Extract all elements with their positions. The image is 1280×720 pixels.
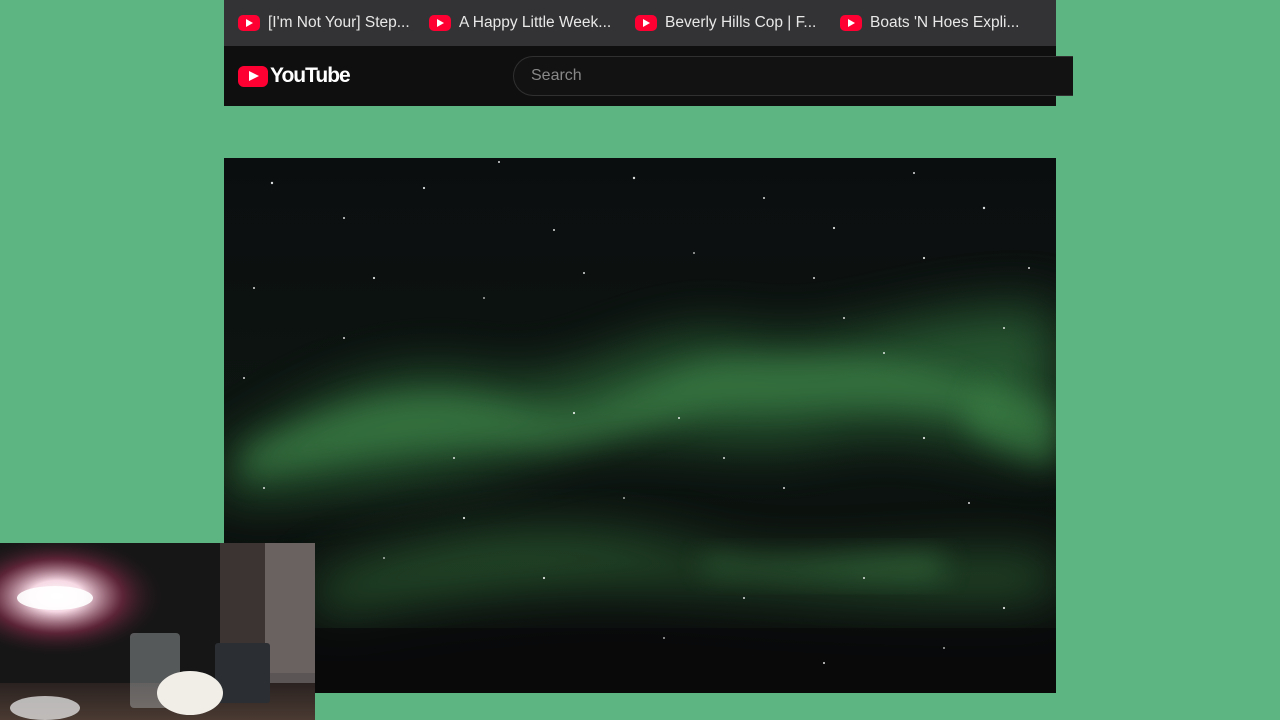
bookmark-label: [I'm Not Your] Step...	[268, 14, 410, 31]
search-input[interactable]	[513, 56, 1073, 96]
video-player[interactable]	[224, 158, 1056, 693]
bookmark-item[interactable]: [I'm Not Your] Step...	[224, 8, 415, 38]
youtube-favicon-icon	[429, 15, 451, 31]
youtube-favicon-icon	[840, 15, 862, 31]
bookmark-label: Boats 'N Hoes Expli...	[870, 14, 1020, 31]
bookmark-item[interactable]: Beverly Hills Cop | F...	[621, 8, 826, 38]
bookmark-label: Beverly Hills Cop | F...	[665, 14, 817, 31]
bookmark-item[interactable]: Boats 'N Hoes Expli...	[826, 8, 1056, 38]
bookmark-item[interactable]: A Happy Little Week...	[415, 8, 621, 38]
youtube-play-icon	[238, 65, 268, 87]
youtube-masthead: YouTube	[224, 46, 1073, 106]
bookmarks-bar: [I'm Not Your] Step... A Happy Little We…	[224, 0, 1056, 46]
youtube-logo[interactable]: YouTube	[238, 64, 351, 88]
bookmark-label: A Happy Little Week...	[459, 14, 612, 31]
webcam-overlay	[0, 543, 315, 720]
logo-text: YouTube	[270, 64, 351, 87]
webcam-feed-image	[0, 543, 315, 720]
youtube-favicon-icon	[635, 15, 657, 31]
youtube-favicon-icon	[238, 15, 260, 31]
aurora-video-frame	[224, 158, 1056, 693]
browser-window: [I'm Not Your] Step... A Happy Little We…	[224, 0, 1073, 106]
